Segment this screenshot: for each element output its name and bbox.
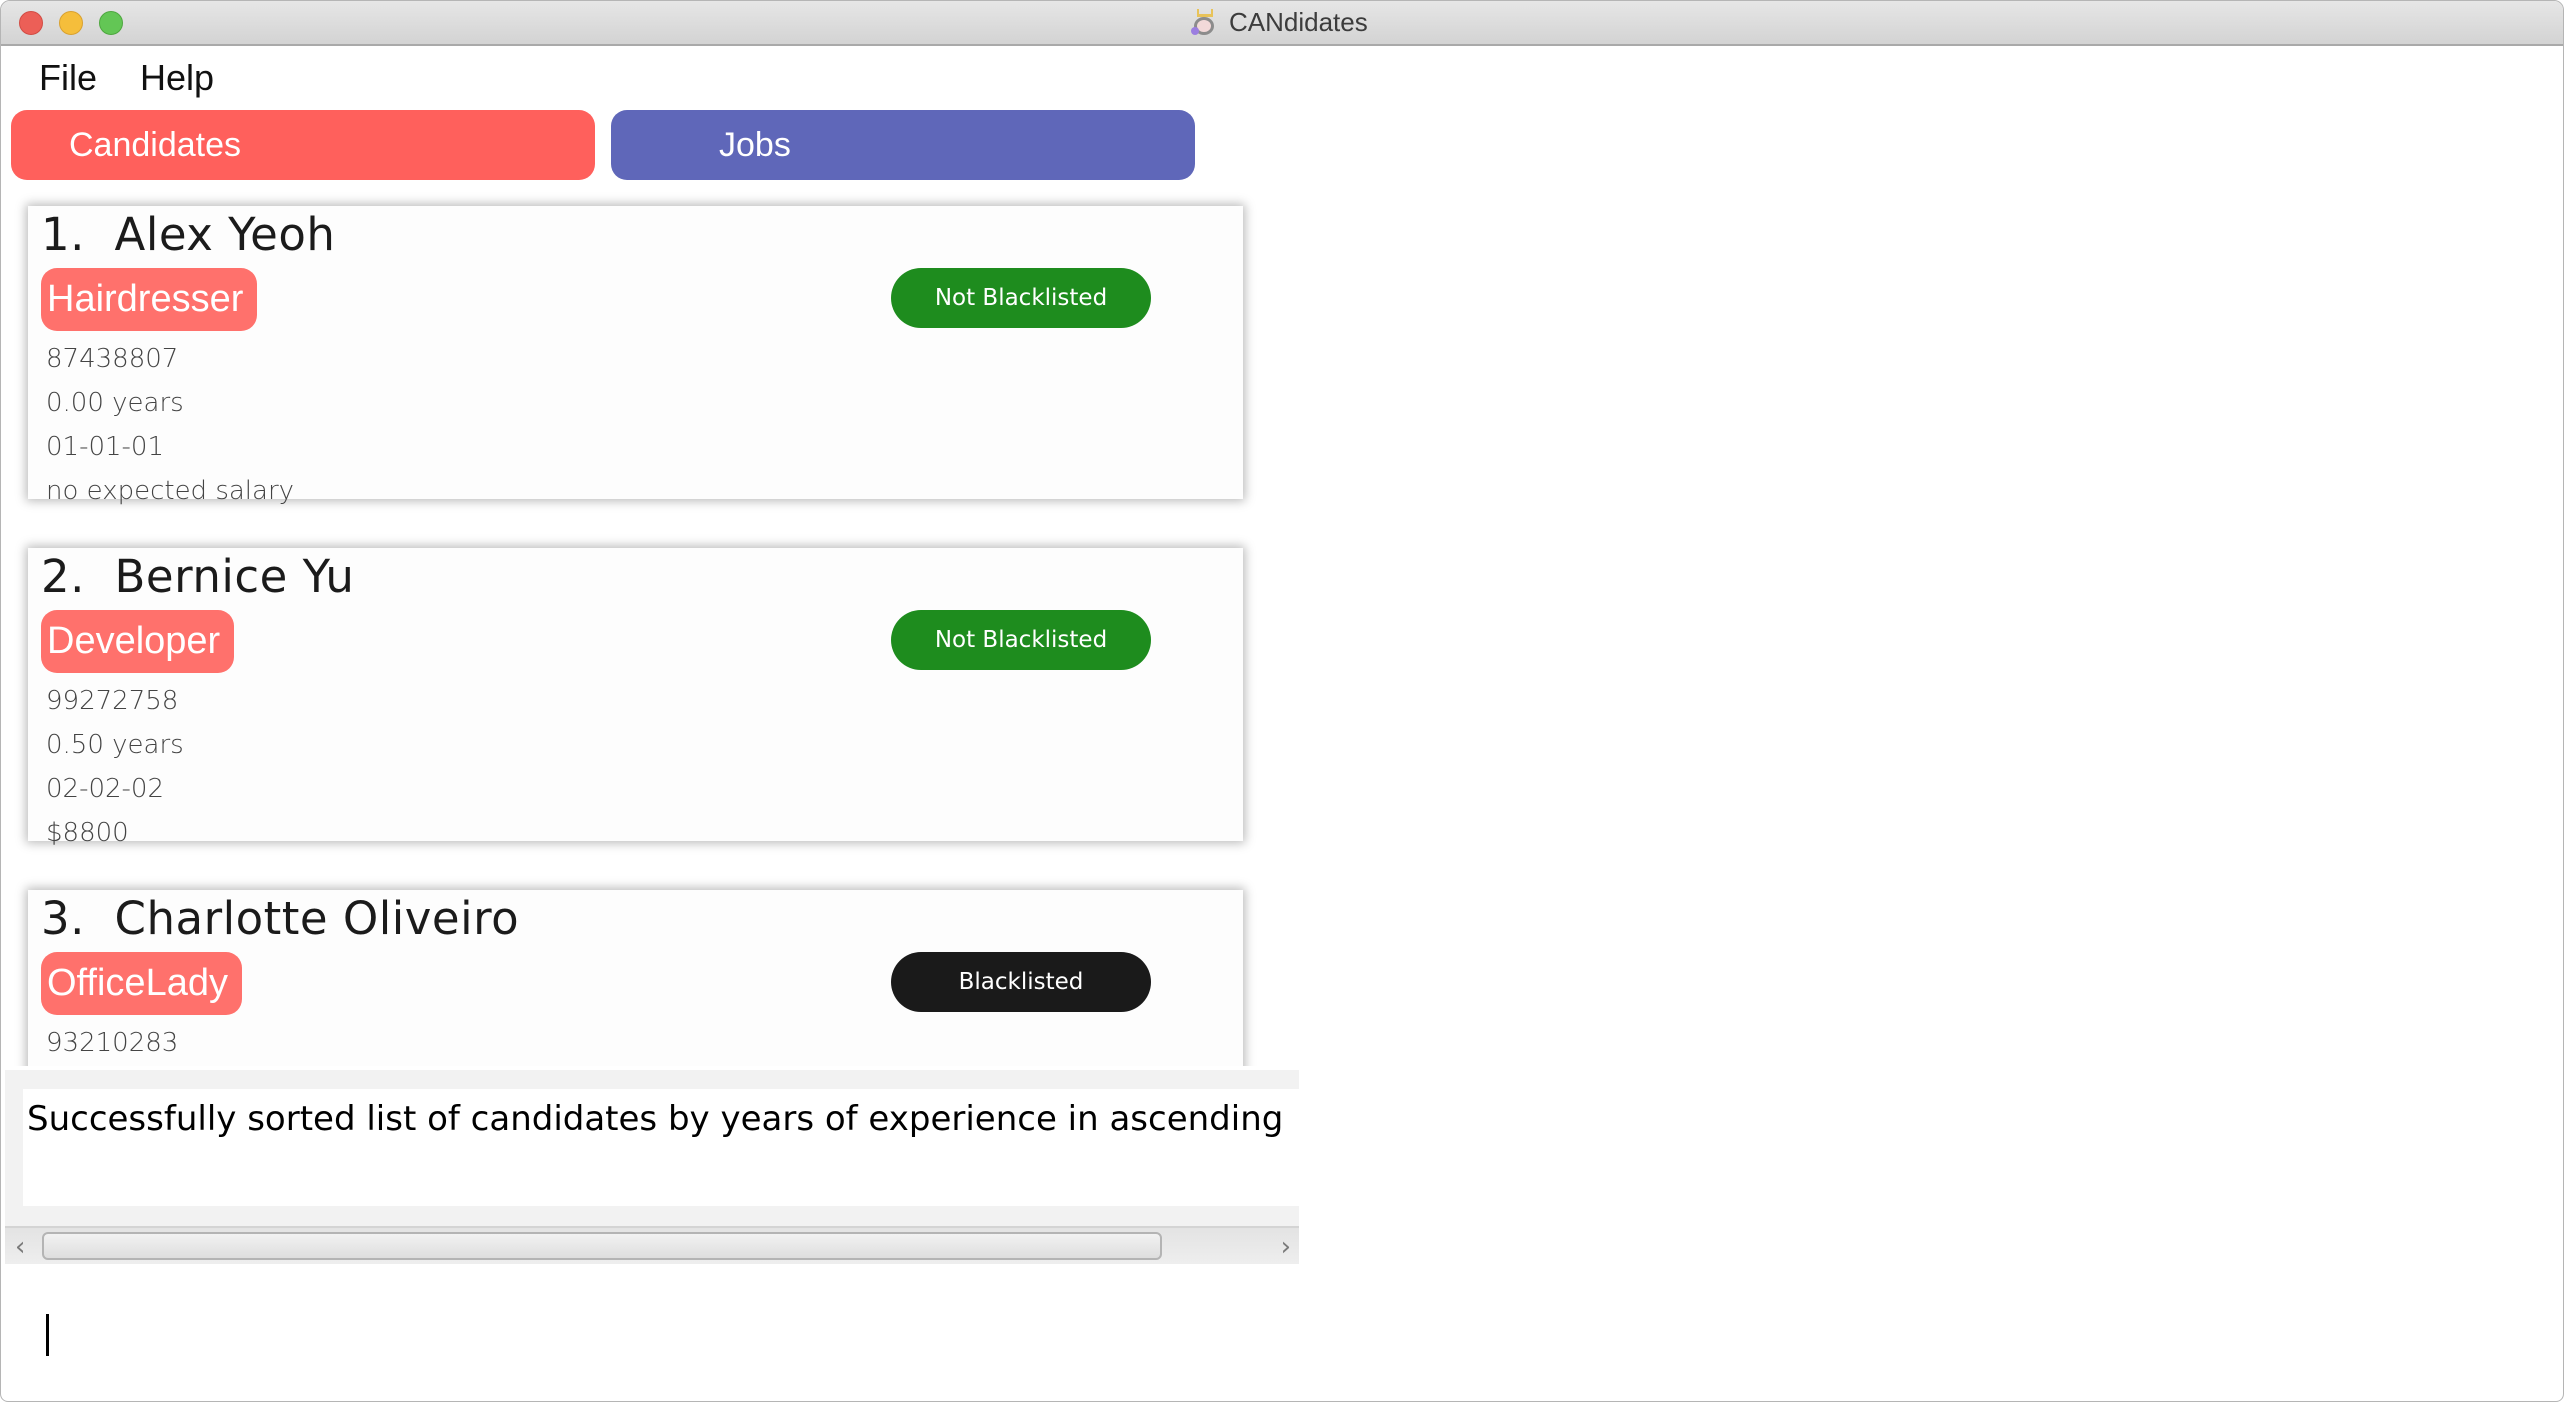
blacklist-status-badge: Not Blacklisted xyxy=(891,610,1151,670)
zoom-window-button[interactable] xyxy=(99,11,123,35)
result-display: Successfully sorted list of candidates b… xyxy=(5,1070,1299,1264)
minimize-window-button[interactable] xyxy=(59,11,83,35)
candidate-index: 3. xyxy=(41,892,85,945)
result-text-box[interactable]: Successfully sorted list of candidates b… xyxy=(23,1089,1299,1206)
app-window: CANdidates File Help Candidates Jobs 1. … xyxy=(0,0,2564,1402)
candidate-name-text: Bernice Yu xyxy=(114,550,355,603)
menu-file[interactable]: File xyxy=(39,57,97,99)
candidate-index: 1. xyxy=(41,208,85,261)
candidate-name: 3. Charlotte Oliveiro xyxy=(41,892,519,945)
candidate-phone: 87438807 xyxy=(46,344,179,374)
blacklist-status-badge: Not Blacklisted xyxy=(891,268,1151,328)
window-title-group: CANdidates xyxy=(1191,1,1368,44)
candidate-experience: 0.50 years xyxy=(46,730,184,760)
candidate-card[interactable]: 1. Alex Yeoh Hairdresser Not Blacklisted… xyxy=(28,206,1243,506)
job-tag: OfficeLady xyxy=(41,952,242,1015)
command-input[interactable] xyxy=(25,1291,1229,1383)
menu-bar: File Help xyxy=(1,45,2563,105)
scroll-left-arrow-icon[interactable]: ‹ xyxy=(15,1232,25,1262)
candidate-card[interactable]: 3. Charlotte Oliveiro OfficeLady Blackli… xyxy=(28,890,1243,1066)
horizontal-scrollbar[interactable]: ‹ › xyxy=(5,1226,1299,1264)
tab-candidates[interactable]: Candidates xyxy=(11,110,595,180)
candidate-salary: no expected salary xyxy=(46,476,295,506)
candidate-phone: 99272758 xyxy=(46,686,179,716)
candidate-phone: 93210283 xyxy=(46,1028,179,1058)
candidate-name-text: Alex Yeoh xyxy=(114,208,336,261)
tab-jobs-label: Jobs xyxy=(719,125,791,164)
candidate-experience: 0.00 years xyxy=(46,388,184,418)
tab-candidates-label: Candidates xyxy=(69,125,242,164)
candidate-index: 2. xyxy=(41,550,85,603)
close-window-button[interactable] xyxy=(19,11,43,35)
command-box xyxy=(5,1271,2559,1399)
menu-help[interactable]: Help xyxy=(140,57,214,99)
candidate-list[interactable]: 1. Alex Yeoh Hairdresser Not Blacklisted… xyxy=(1,191,1301,1066)
candidate-name: 1. Alex Yeoh xyxy=(41,208,335,261)
title-bar: CANdidates xyxy=(1,1,2563,46)
candidate-date: 01-01-01 xyxy=(46,432,165,462)
job-tag: Hairdresser xyxy=(41,268,258,331)
scroll-right-arrow-icon[interactable]: › xyxy=(1281,1232,1291,1262)
blacklist-status-badge: Blacklisted xyxy=(891,952,1151,1012)
scrollbar-thumb[interactable] xyxy=(42,1232,1162,1260)
text-caret xyxy=(46,1314,49,1356)
candidate-card[interactable]: 2. Bernice Yu Developer Not Blacklisted … xyxy=(28,548,1243,848)
app-logo-icon xyxy=(1191,8,1219,37)
candidate-name: 2. Bernice Yu xyxy=(41,550,354,603)
job-tag: Developer xyxy=(41,610,235,673)
window-title: CANdidates xyxy=(1229,7,1368,37)
candidate-salary: $8800 xyxy=(46,818,129,848)
tab-jobs[interactable]: Jobs xyxy=(611,110,1195,180)
candidate-date: 02-02-02 xyxy=(46,774,165,804)
result-message: Successfully sorted list of candidates b… xyxy=(27,1099,1284,1139)
candidate-name-text: Charlotte Oliveiro xyxy=(114,892,520,945)
